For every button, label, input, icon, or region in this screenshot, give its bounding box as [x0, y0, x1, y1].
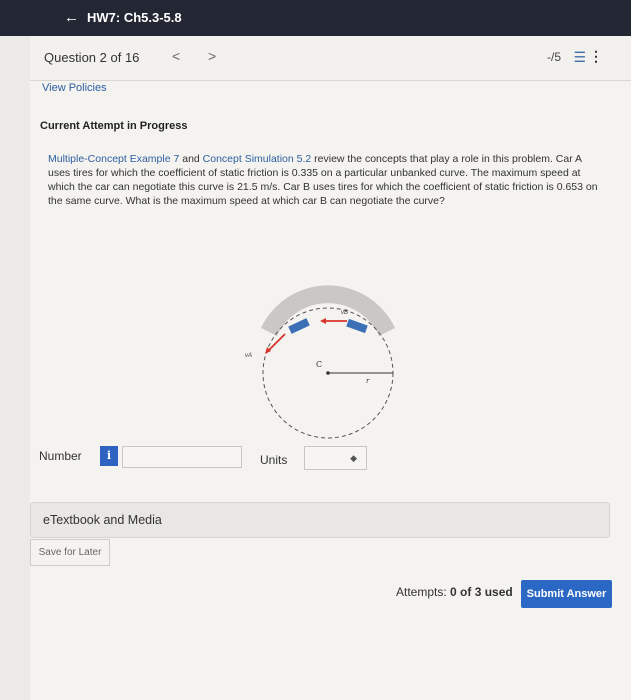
number-label: Number	[39, 449, 82, 463]
chevron-updown-icon: ◆	[350, 453, 357, 463]
question-bar: Question 2 of 16 < > -/5 ☰ ⋮	[30, 36, 631, 81]
attempt-heading: Current Attempt in Progress	[40, 120, 188, 132]
top-bar: ← HW7: Ch5.3-5.8	[0, 0, 631, 36]
etextbook-panel[interactable]: eTextbook and Media	[30, 502, 610, 538]
question-title: Question 2 of 16	[44, 50, 140, 65]
problem-and: and	[179, 153, 203, 165]
problem-text: Multiple-Concept Example 7 and Concept S…	[48, 152, 603, 208]
curve-diagram: C r vA vB	[245, 285, 395, 439]
center-point	[326, 371, 330, 375]
question-card: Question 2 of 16 < > -/5 ☰ ⋮ View Polici…	[30, 36, 631, 700]
assignment-title: HW7: Ch5.3-5.8	[87, 10, 182, 25]
submit-answer-button[interactable]: Submit Answer	[521, 580, 612, 608]
velocity-arrow-a	[266, 333, 286, 353]
car-a	[288, 318, 310, 334]
center-label: C	[316, 360, 322, 369]
attempts-prefix: Attempts:	[396, 585, 451, 599]
units-select[interactable]: ◆	[304, 446, 367, 470]
car-b	[346, 318, 368, 334]
page: ← HW7: Ch5.3-5.8 Question 2 of 16 < > -/…	[0, 0, 631, 700]
info-icon[interactable]: i	[100, 446, 118, 466]
prev-question-button[interactable]: <	[172, 48, 180, 64]
score-label: -/5	[546, 50, 561, 64]
units-label: Units	[260, 453, 288, 467]
list-icon[interactable]: ☰	[573, 49, 586, 66]
attempts-value: 0 of 3 used	[450, 585, 513, 599]
radius-label: r	[366, 377, 370, 385]
view-policies-link[interactable]: View Policies	[42, 82, 107, 94]
next-question-button[interactable]: >	[208, 48, 216, 64]
number-input[interactable]	[122, 446, 242, 468]
arrowhead-b	[320, 318, 326, 324]
etextbook-label: eTextbook and Media	[43, 513, 162, 527]
arrow-left-icon: ←	[64, 9, 79, 26]
simulation-link[interactable]: Concept Simulation 5.2	[203, 153, 312, 165]
velocity-label-a: vA	[245, 353, 252, 359]
velocity-label-b: vB	[341, 310, 348, 316]
back-link[interactable]: ← HW7: Ch5.3-5.8	[64, 9, 182, 26]
attempts-counter: Attempts: 0 of 3 used	[396, 585, 513, 599]
more-vertical-icon[interactable]: ⋮	[589, 48, 603, 65]
save-for-later-button[interactable]: Save for Later	[30, 539, 110, 566]
example-link[interactable]: Multiple-Concept Example 7	[48, 153, 179, 165]
